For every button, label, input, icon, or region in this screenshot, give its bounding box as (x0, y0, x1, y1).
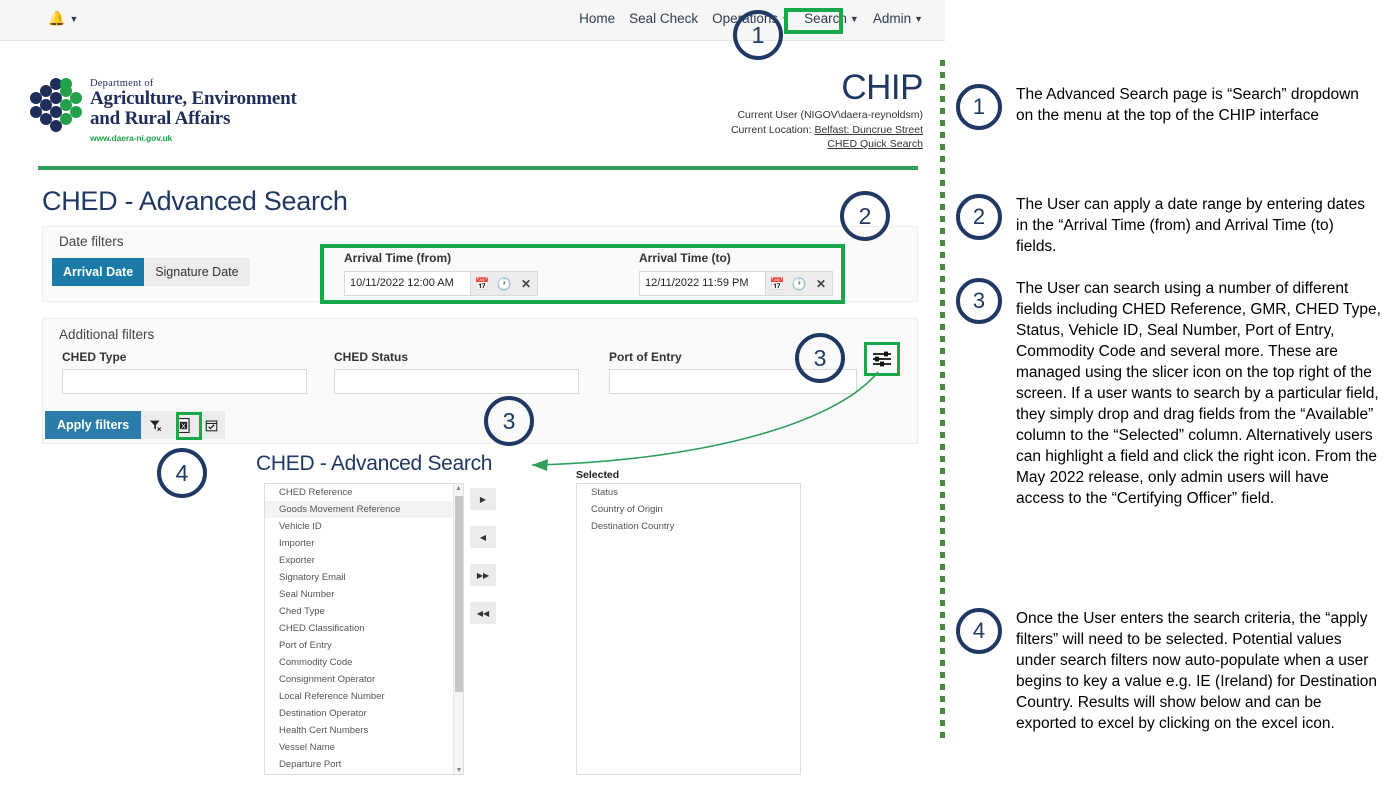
scrollbar-thumb[interactable] (455, 496, 463, 692)
brand-line-1: Agriculture, Environment (90, 89, 297, 109)
selected-fields-listbox[interactable]: Status Country of Origin Destination Cou… (576, 483, 801, 775)
ched-type-group: CHED Type (62, 350, 307, 394)
ched-type-label: CHED Type (62, 350, 307, 364)
list-item[interactable]: Port of Entry (265, 637, 453, 654)
nav-item-admin[interactable]: Admin▼ (873, 11, 923, 26)
tab-arrival-date[interactable]: Arrival Date (52, 258, 144, 286)
checklist-glyph (205, 419, 218, 432)
ched-quick-search-link[interactable]: CHED Quick Search (827, 138, 923, 150)
brand-line-2: and Rural Affairs (90, 109, 297, 129)
list-item[interactable]: Consignment Operator (265, 671, 453, 688)
green-divider-rule (38, 166, 918, 170)
current-location-link[interactable]: Belfast: Duncrue Street (814, 124, 923, 136)
ched-type-input[interactable] (62, 369, 307, 394)
green-pointer-arrow (500, 370, 900, 480)
list-item[interactable]: CHED Reference (265, 484, 453, 501)
callout-marker-3-slicer: 3 (795, 333, 845, 383)
callout-marker-3-filters: 3 (484, 396, 534, 446)
chip-user-info: Current User (NIGOV\daera-reynoldsm) Cur… (731, 108, 923, 152)
annotation-note-2: 2 The User can apply a date range by ent… (956, 194, 1376, 257)
list-item[interactable]: Status (577, 484, 800, 501)
chevron-down-icon: ▼ (850, 14, 859, 24)
available-list-scrollbar[interactable]: ▲ ▼ (453, 484, 463, 775)
annotation-note-3: 3 The User can search using a number of … (956, 278, 1381, 509)
dual-list-field-chooser: Available CHED Reference Goods Movement … (264, 483, 310, 498)
move-right-button[interactable]: ▶ (470, 488, 496, 510)
additional-filters-label: Additional filters (59, 327, 154, 342)
nav-item-seal-check[interactable]: Seal Check (629, 11, 698, 26)
dotted-divider (940, 60, 945, 742)
note-text-2: The User can apply a date range by enter… (1016, 194, 1376, 257)
move-all-right-button[interactable]: ▶▶ (470, 564, 496, 586)
note-text-3: The User can search using a number of di… (1016, 278, 1381, 509)
list-item[interactable]: Seal Number (265, 586, 453, 603)
list-item[interactable]: Ched Type (265, 603, 453, 620)
date-filters-label: Date filters (59, 234, 124, 249)
list-item[interactable]: Commodity Code (265, 654, 453, 671)
list-item[interactable]: Country of Origin (577, 501, 800, 518)
list-item[interactable]: Vehicle ID (265, 518, 453, 535)
field-chooser-title: CHED - Advanced Search (256, 452, 492, 476)
daera-logo-icon (28, 82, 86, 138)
chevron-down-icon: ▼ (914, 14, 923, 24)
list-item[interactable]: Goods Movement Reference (265, 501, 453, 518)
list-item[interactable]: CHED Classification (265, 620, 453, 637)
callout-marker-4: 4 (157, 448, 207, 498)
current-location-row: Current Location: Belfast: Duncrue Stree… (731, 123, 923, 138)
list-item[interactable]: Importer (265, 535, 453, 552)
list-item[interactable]: Health Cert Numbers (265, 722, 453, 739)
daera-branding: Department of Agriculture, Environment a… (28, 78, 358, 158)
highlight-box-excel-icon (176, 412, 202, 440)
current-user: Current User (NIGOV\daera-reynoldsm) (731, 108, 923, 123)
note-text-4: Once the User enters the search criteria… (1016, 608, 1381, 734)
list-item[interactable]: Signatory Email (265, 569, 453, 586)
brand-text: Department of Agriculture, Environment a… (90, 78, 297, 143)
scroll-up-icon[interactable]: ▲ (454, 484, 463, 494)
list-item[interactable]: Destination Operator (265, 705, 453, 722)
list-item[interactable]: Departure Port (265, 756, 453, 773)
clear-filter-glyph (149, 419, 162, 432)
note-number-4: 4 (956, 608, 1002, 654)
list-item[interactable]: Vessel Name (265, 739, 453, 756)
nav-item-home[interactable]: Home (579, 11, 615, 26)
date-type-tabs: Arrival Date Signature Date (52, 258, 250, 286)
highlight-box-date-range (320, 244, 845, 304)
ched-status-label: CHED Status (334, 350, 579, 364)
clear-filter-icon[interactable] (141, 411, 169, 439)
apply-filters-button[interactable]: Apply filters (45, 411, 141, 439)
note-number-2: 2 (956, 194, 1002, 240)
available-fields-list: CHED Reference Goods Movement Reference … (265, 484, 453, 773)
list-item[interactable]: Local Reference Number (265, 688, 453, 705)
list-item[interactable]: Destination Country (577, 518, 800, 535)
chip-wordmark: CHIP (841, 68, 923, 108)
highlight-box-search-menu (784, 8, 843, 34)
scroll-down-icon[interactable]: ▼ (454, 766, 464, 775)
tab-signature-date[interactable]: Signature Date (144, 258, 249, 286)
callout-marker-1: 1 (733, 10, 783, 60)
move-left-button[interactable]: ◀ (470, 526, 496, 548)
transfer-buttons: ▶ ◀ ▶▶ ◀◀ (470, 488, 496, 640)
list-item[interactable]: Exporter (265, 552, 453, 569)
annotation-note-1: 1 The Advanced Search page is “Search” d… (956, 84, 1376, 130)
current-location-label: Current Location: (731, 124, 812, 136)
brand-url[interactable]: www.daera-ni.gov.uk (90, 133, 297, 143)
page-title: CHED - Advanced Search (42, 186, 348, 217)
callout-marker-2: 2 (840, 191, 890, 241)
application-screenshot: 🔔▼ Home Seal Check Operations▼ Search▼ A… (0, 0, 945, 785)
note-text-1: The Advanced Search page is “Search” dro… (1016, 84, 1376, 130)
move-all-left-button[interactable]: ◀◀ (470, 602, 496, 624)
note-number-1: 1 (956, 84, 1002, 130)
note-number-3: 3 (956, 278, 1002, 324)
annotation-note-4: 4 Once the User enters the search criter… (956, 608, 1381, 734)
nav-label-admin: Admin (873, 11, 911, 26)
available-fields-listbox[interactable]: CHED Reference Goods Movement Reference … (264, 483, 464, 775)
bell-icon[interactable]: 🔔▼ (48, 10, 79, 27)
